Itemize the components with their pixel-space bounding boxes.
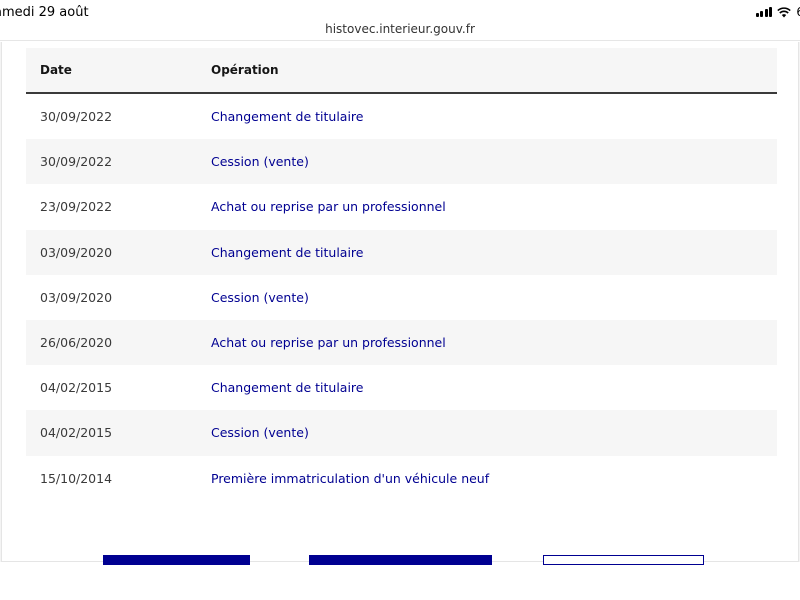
row-operation: Changement de titulaire xyxy=(211,244,364,260)
address-bar[interactable]: histovec.interieur.gouv.fr xyxy=(0,22,800,41)
battery-percent: 6 xyxy=(796,5,800,19)
status-bar: amedi 29 août 6 xyxy=(0,0,800,22)
table-row: 30/09/2022 Cession (vente) xyxy=(26,139,777,185)
footer-area xyxy=(0,562,800,600)
table-row: 23/09/2022 Achat ou reprise par un profe… xyxy=(26,184,777,229)
row-operation: Cession (vente) xyxy=(211,425,309,441)
table-row: 04/02/2015 Changement de titulaire xyxy=(26,365,777,410)
action-button-3[interactable] xyxy=(543,555,704,565)
table-row: 03/09/2020 Cession (vente) xyxy=(26,275,777,320)
address-url: histovec.interieur.gouv.fr xyxy=(325,22,475,36)
column-header-operation: Opération xyxy=(211,63,279,77)
row-date: 23/09/2022 xyxy=(40,199,113,215)
row-date: 03/09/2020 xyxy=(40,244,113,260)
row-date: 15/10/2014 xyxy=(40,470,113,486)
row-date: 04/02/2015 xyxy=(40,425,113,441)
row-date: 03/09/2020 xyxy=(40,289,113,305)
table-row: 04/02/2015 Cession (vente) xyxy=(26,410,777,456)
row-date: 04/02/2015 xyxy=(40,380,113,396)
row-date: 30/09/2022 xyxy=(40,154,113,170)
row-date: 30/09/2022 xyxy=(40,109,113,125)
status-indicators: 6 xyxy=(755,5,800,19)
table-row: 26/06/2020 Achat ou reprise par un profe… xyxy=(26,319,777,366)
cellular-signal-icon xyxy=(755,7,773,17)
row-operation: Changement de titulaire xyxy=(211,380,364,396)
history-card: Date Opération 30/09/2022 Changement de … xyxy=(1,42,799,562)
row-date: 26/06/2020 xyxy=(40,335,113,351)
table-header: Date Opération xyxy=(26,48,777,94)
status-time: amedi 29 août xyxy=(0,5,89,20)
wifi-icon xyxy=(777,6,792,17)
row-operation: Achat ou reprise par un professionnel xyxy=(211,335,446,351)
row-operation: Changement de titulaire xyxy=(211,109,364,125)
page-content: Date Opération 30/09/2022 Changement de … xyxy=(0,42,800,600)
action-button-2[interactable] xyxy=(309,555,492,565)
row-operation: Première immatriculation d'un véhicule n… xyxy=(211,470,490,486)
action-button-1[interactable] xyxy=(103,555,250,565)
table-row: 03/09/2020 Changement de titulaire xyxy=(26,229,777,275)
history-table: Date Opération 30/09/2022 Changement de … xyxy=(26,48,777,501)
row-operation: Cession (vente) xyxy=(211,154,309,170)
row-operation: Cession (vente) xyxy=(211,289,309,305)
table-row: 15/10/2014 Première immatriculation d'un… xyxy=(26,456,777,501)
column-header-date: Date xyxy=(40,63,72,77)
table-row: 30/09/2022 Changement de titulaire xyxy=(26,94,777,139)
row-operation: Achat ou reprise par un professionnel xyxy=(211,199,446,215)
